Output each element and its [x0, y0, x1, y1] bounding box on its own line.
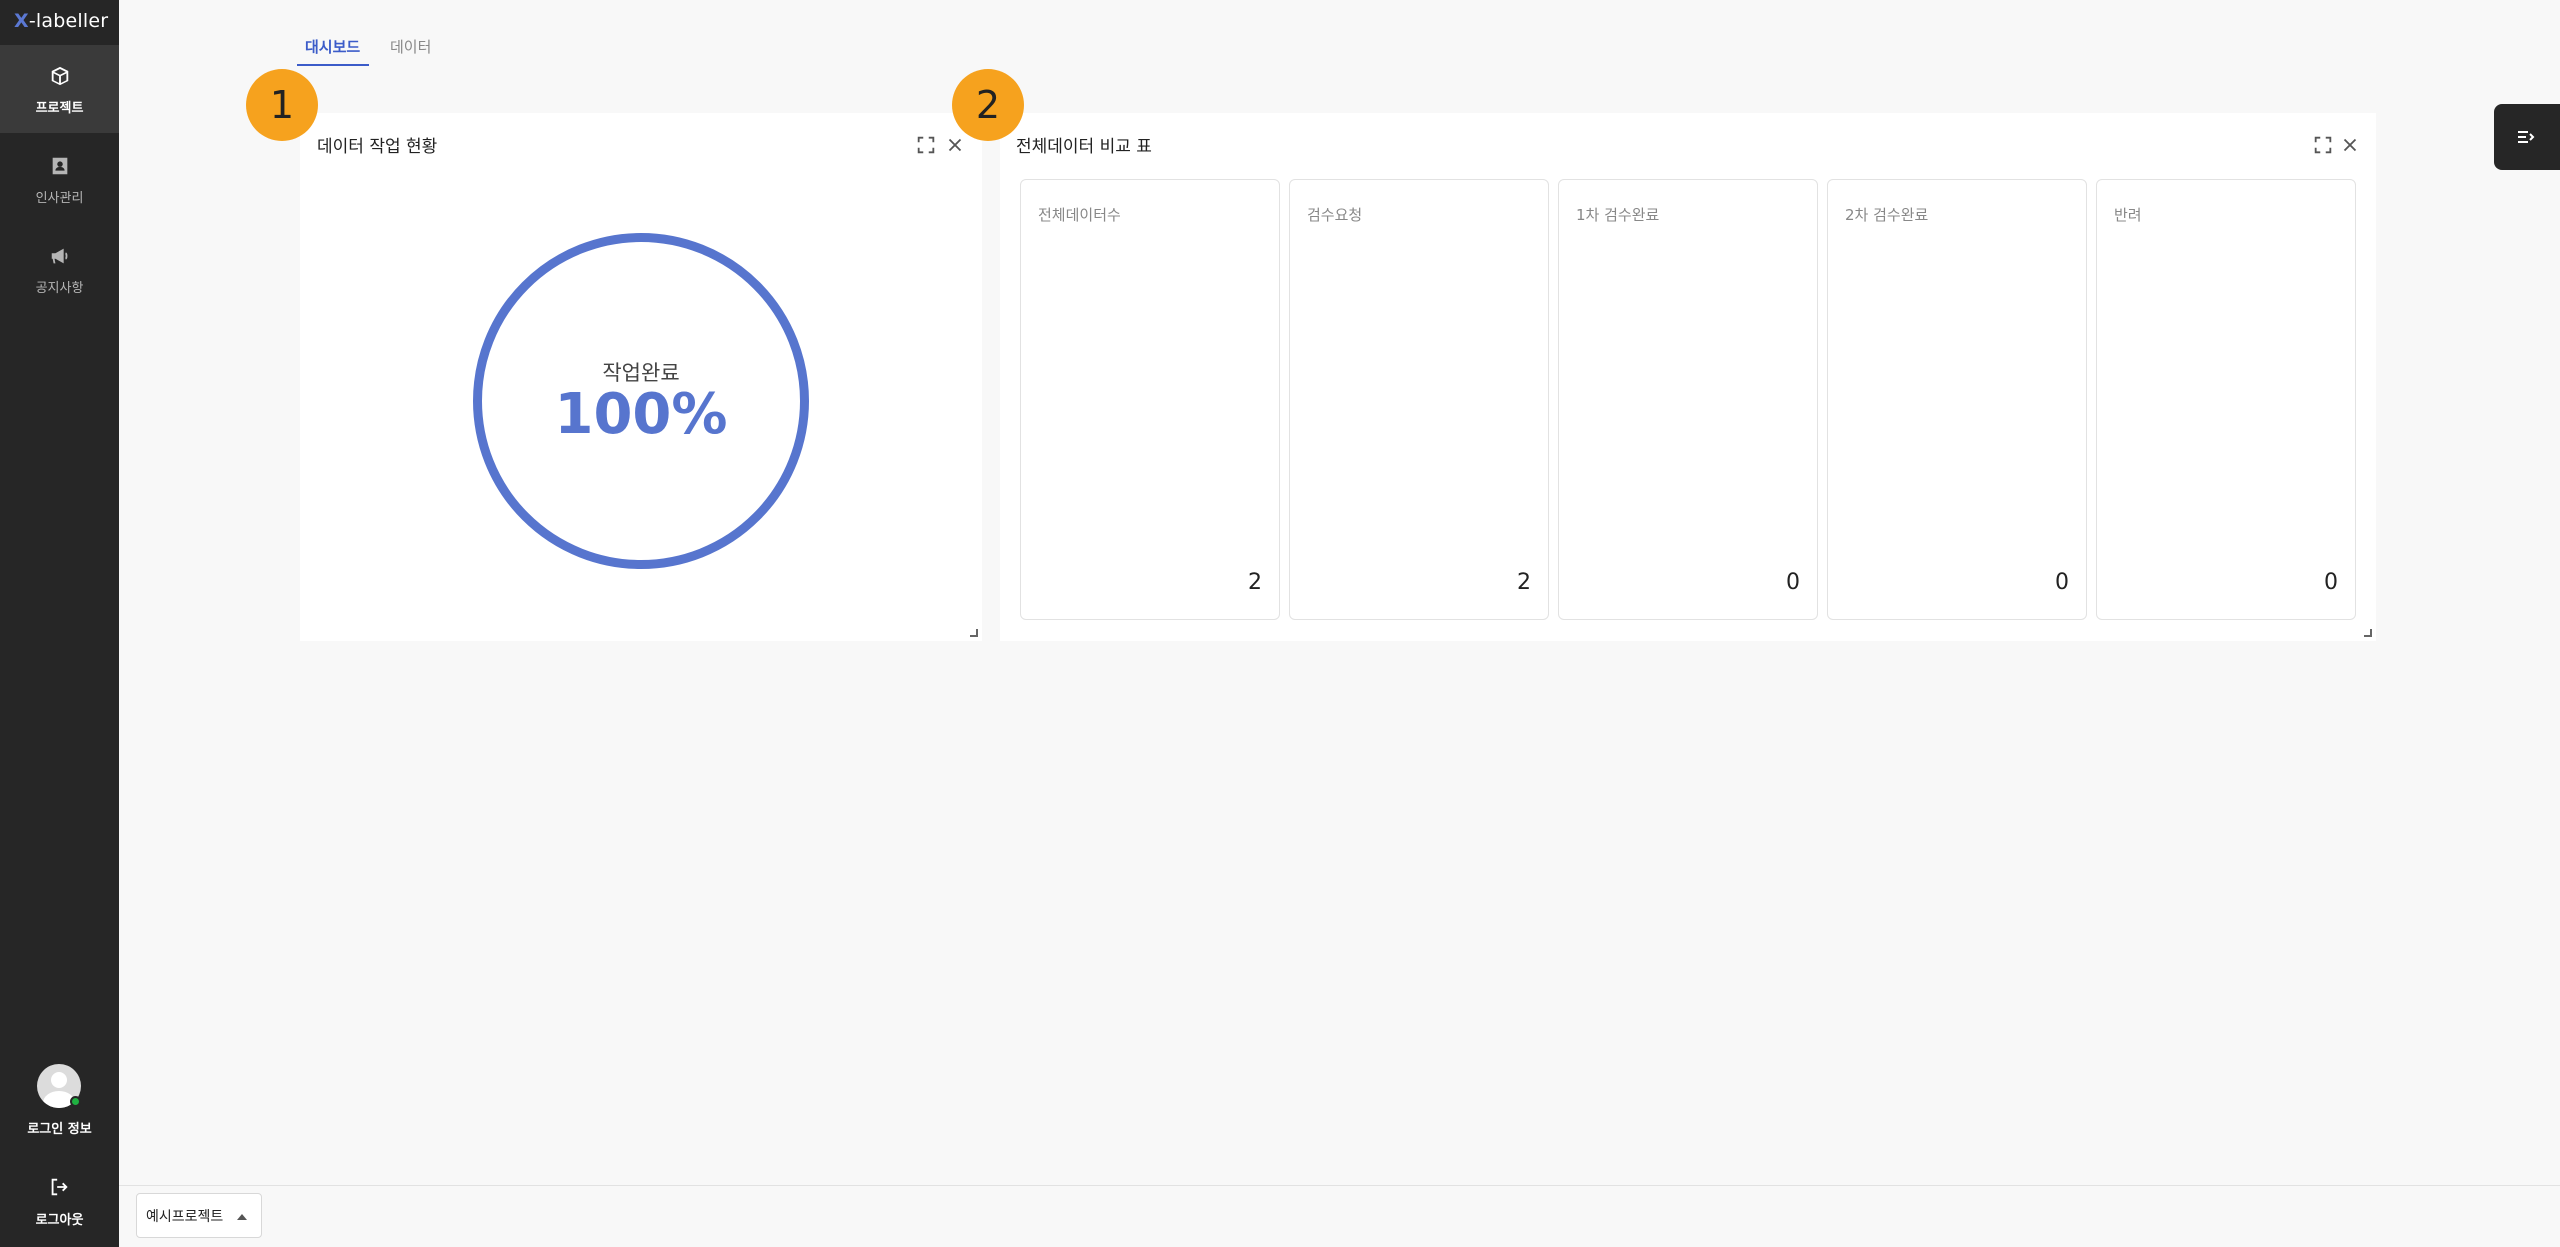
menu-open-icon	[2518, 131, 2535, 143]
sidebar-item-label: 프로젝트	[35, 101, 84, 116]
stat-card-value: 2	[1248, 570, 1262, 595]
cube-icon	[51, 66, 68, 86]
stat-card-review-request: 검수요청 2	[1289, 179, 1549, 620]
stat-card-label: 1차 검수완료	[1576, 206, 1660, 224]
project-select-value: 예시프로젝트	[146, 1209, 224, 1225]
resize-handle[interactable]	[2364, 629, 2372, 637]
avatar-head	[51, 1072, 67, 1088]
bottom-bar	[119, 1185, 2560, 1247]
logout-icon[interactable]	[48, 1176, 70, 1198]
sidebar-item-label: 인사관리	[35, 191, 84, 206]
sidebar: X-labeller 프로젝트 인사관리 공지사항 로그인 정보 로그아웃	[0, 0, 119, 1247]
stat-card-value: 0	[2324, 570, 2338, 595]
stat-card-first-review: 1차 검수완료 0	[1558, 179, 1818, 620]
tab-data[interactable]: 데이터	[390, 36, 431, 57]
sidebar-item-label: 공지사항	[35, 281, 84, 296]
stat-card-label: 전체데이터수	[1038, 206, 1121, 224]
stat-card-rejected: 반려 0	[2096, 179, 2356, 620]
stat-card-value: 0	[1786, 570, 1800, 595]
stat-card-value: 2	[1517, 570, 1531, 595]
stat-card-label: 반려	[2114, 206, 2142, 224]
stat-card-label: 2차 검수완료	[1845, 206, 1929, 224]
panel-number-badge: 1	[246, 69, 318, 141]
resize-handle[interactable]	[970, 629, 978, 637]
tab-dashboard[interactable]: 대시보드	[305, 36, 360, 57]
stat-card-label: 검수요청	[1307, 206, 1363, 224]
sidebar-item-project[interactable]: 프로젝트	[0, 45, 119, 133]
close-icon[interactable]	[2339, 134, 2361, 156]
progress-value: 100%	[554, 382, 728, 447]
active-tab-indicator	[297, 64, 369, 66]
panel-number-badge: 2	[952, 69, 1024, 141]
expand-icon[interactable]	[915, 134, 937, 156]
megaphone-icon	[51, 248, 67, 264]
close-icon[interactable]	[944, 134, 966, 156]
logout-label[interactable]: 로그아웃	[0, 1209, 119, 1228]
online-status-dot	[70, 1096, 81, 1107]
sidebar-item-notice[interactable]: 공지사항	[0, 225, 119, 313]
caret-up-icon	[237, 1214, 247, 1220]
login-info-label[interactable]: 로그인 정보	[0, 1118, 119, 1137]
panel-title: 전체데이터 비교 표	[1016, 137, 1152, 157]
panel-title: 데이터 작업 현황	[317, 137, 438, 157]
stat-card-total: 전체데이터수 2	[1020, 179, 1280, 620]
stat-card-value: 0	[2055, 570, 2069, 595]
project-select[interactable]: 예시프로젝트	[136, 1193, 262, 1238]
expand-icon[interactable]	[2312, 134, 2334, 156]
person-badge-icon	[52, 157, 67, 175]
side-menu-toggle-button[interactable]	[2494, 104, 2560, 170]
stat-card-second-review: 2차 검수완료 0	[1827, 179, 2087, 620]
app-logo[interactable]: X-labeller	[14, 10, 108, 32]
sidebar-item-hr[interactable]: 인사관리	[0, 135, 119, 223]
